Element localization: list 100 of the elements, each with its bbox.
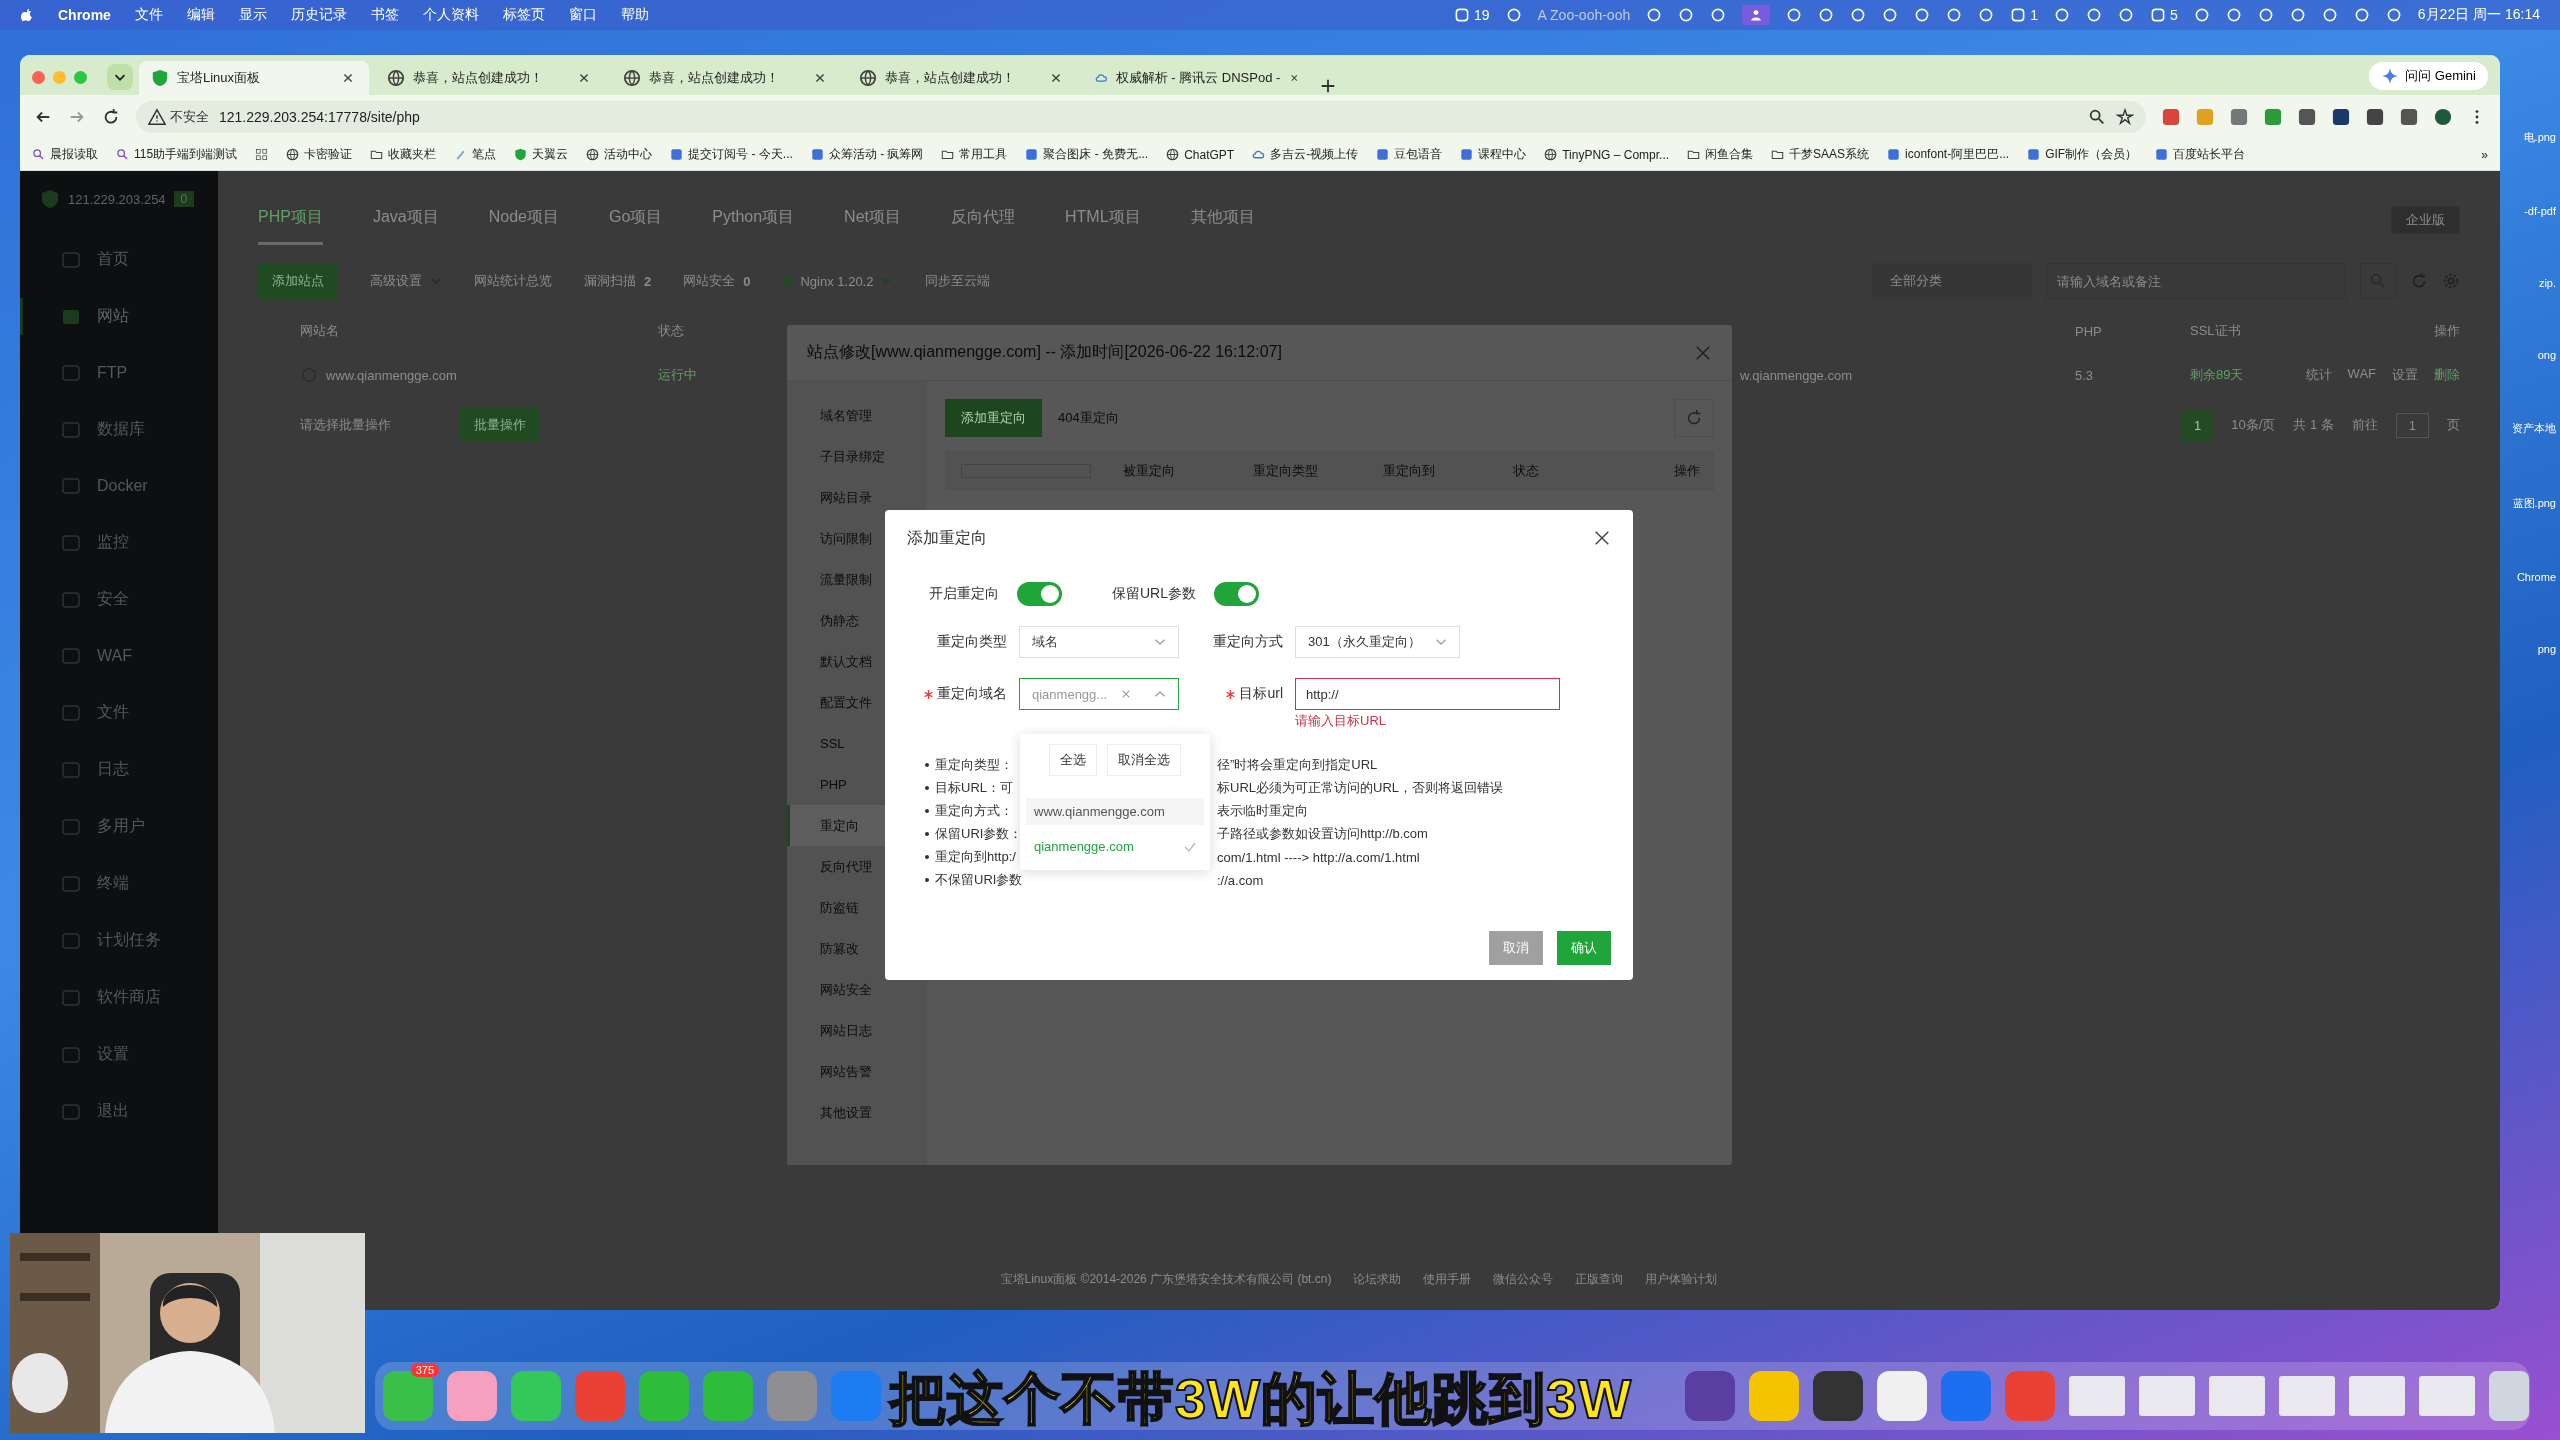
url-input[interactable]: http:// [1295, 678, 1560, 710]
browser-tab[interactable]: 恭喜，站点创建成功！ [611, 61, 841, 95]
app-icon[interactable] [1749, 1371, 1799, 1421]
dropdown-option[interactable]: qianmengge.com [1026, 833, 1204, 860]
project-tab[interactable]: PHP项目 [258, 207, 323, 245]
security-label[interactable]: 不安全 [170, 108, 209, 126]
project-tab[interactable]: HTML项目 [1065, 207, 1141, 245]
menu-item[interactable]: 书签 [370, 6, 399, 24]
settings-nav-item[interactable]: 网站日志 [787, 1010, 927, 1051]
window-control[interactable] [32, 70, 45, 84]
service-button[interactable]: Nginx 1.20.2 [782, 273, 894, 289]
window-thumbnail[interactable] [2209, 1376, 2265, 1416]
window-thumbnail[interactable] [2139, 1376, 2195, 1416]
sidebar-item[interactable]: 多用户 [20, 808, 218, 845]
settings-nav-item[interactable]: 域名管理 [787, 395, 927, 436]
action-link[interactable]: 删除 [2434, 366, 2460, 384]
status-icon[interactable] [1882, 7, 1899, 23]
status-icon[interactable] [2054, 7, 2071, 23]
bookmark[interactable]: 笔点 [454, 146, 497, 163]
bookmark[interactable]: 多吉云-视频上传 [1252, 146, 1359, 163]
footer-link[interactable]: 论坛求助 [1353, 1271, 1402, 1288]
settings-nav-item[interactable]: 子目录绑定 [787, 436, 927, 477]
sidebar-item[interactable]: WAF [20, 638, 218, 674]
menu-item[interactable]: 标签页 [502, 6, 545, 24]
bookmark[interactable]: 收藏夹栏 [370, 146, 437, 163]
bookmark[interactable]: 课程中心 [1460, 146, 1527, 163]
active-status-item[interactable] [1742, 5, 1771, 25]
site-link[interactable]: www.qianmengge.com [326, 367, 457, 383]
sidebar-item[interactable]: 文件 [20, 694, 218, 731]
status-icon[interactable] [2086, 7, 2103, 23]
status-icon[interactable] [1454, 7, 1471, 23]
star-icon[interactable] [2116, 108, 2134, 126]
reload-icon[interactable] [102, 108, 120, 126]
app-icon[interactable] [1877, 1371, 1927, 1421]
cancel-button[interactable]: 取消 [1489, 931, 1543, 965]
menu-item[interactable]: 窗口 [568, 6, 597, 24]
project-tab[interactable]: Go项目 [608, 207, 663, 245]
select-action-button[interactable]: 取消全选 [1107, 744, 1181, 776]
window-thumbnail[interactable] [2419, 1376, 2475, 1416]
now-playing[interactable]: A Zoo-ooh-ooh [1537, 7, 1631, 23]
bookmark[interactable]: GIF制作（会员） [2027, 146, 2138, 163]
status-icon[interactable] [1850, 7, 1867, 23]
bookmark[interactable]: 天翼云 [514, 146, 569, 163]
toggle-switch[interactable] [1214, 582, 1259, 606]
status-icon[interactable] [1678, 7, 1695, 23]
status-icon[interactable] [1505, 7, 1522, 23]
address-bar[interactable]: 不安全 121.229.203.254:17778/site/php [136, 101, 2146, 133]
status-icon[interactable] [1710, 7, 1727, 23]
page-size-select[interactable]: 10条/页 [2231, 416, 2276, 434]
tab-search-button[interactable] [107, 64, 133, 90]
window-thumbnail[interactable] [2349, 1376, 2405, 1416]
status-icon[interactable] [2353, 7, 2370, 23]
project-tab[interactable]: 反向代理 [951, 207, 1015, 245]
status-icon[interactable] [1786, 7, 1803, 23]
bookmark[interactable]: 卡密验证 [286, 146, 353, 163]
browser-tab[interactable]: 恭喜，站点创建成功！ [847, 61, 1077, 95]
project-tab[interactable]: Net项目 [844, 207, 901, 245]
settings-nav-item[interactable]: 网站目录 [787, 477, 927, 518]
browser-tab[interactable]: 宝塔Linux面板 [139, 61, 369, 95]
menu-item[interactable]: 显示 [238, 6, 267, 24]
more-bookmarks-button[interactable]: » [2481, 147, 2488, 162]
sidebar-item[interactable]: 数据库 [20, 411, 218, 448]
gemini-button[interactable]: 问问 Gemini [2369, 62, 2488, 90]
menu-item[interactable]: 文件 [134, 6, 163, 24]
window-thumbnail[interactable] [2069, 1376, 2125, 1416]
sidebar-item[interactable]: 终端 [20, 865, 218, 902]
method-select[interactable]: 301（永久重定向） [1295, 626, 1460, 658]
dropdown-option[interactable]: www.qianmengge.com [1026, 798, 1204, 825]
status-icon[interactable] [2225, 7, 2242, 23]
action-link[interactable]: 统计 [2305, 366, 2332, 384]
domain-select[interactable]: qianmengg... [1019, 678, 1179, 710]
status-icon[interactable] [2118, 7, 2135, 23]
status-icon[interactable] [2010, 7, 2027, 23]
app-icon[interactable] [1813, 1371, 1863, 1421]
sidebar-item[interactable]: FTP [20, 355, 218, 391]
page-button[interactable]: 1 [2182, 409, 2214, 441]
search-field[interactable]: 请输入域名或备注 [2046, 263, 2346, 299]
bookmark[interactable]: 千梦SAAS系统 [1771, 146, 1870, 163]
sidebar-item[interactable]: 退出 [20, 1093, 218, 1130]
dropdown-button[interactable]: 高级设置 [370, 272, 442, 290]
bookmark[interactable]: 豆包语音 [1376, 146, 1443, 163]
footer-link[interactable]: 使用手册 [1423, 1271, 1472, 1288]
project-tab[interactable]: Node项目 [488, 207, 559, 245]
status-icon[interactable] [2321, 7, 2338, 23]
bookmark[interactable]: ChatGPT [1166, 147, 1235, 162]
redirect-tab[interactable]: 添加重定向 [945, 399, 1042, 437]
page-input[interactable]: 1 [2395, 412, 2429, 438]
browser-tab[interactable]: 权威解析 - 腾讯云 DNSPod - [1083, 61, 1313, 95]
action-link[interactable]: 设置 [2392, 366, 2418, 384]
status-icon[interactable] [1946, 7, 1963, 23]
status-icon[interactable] [2257, 7, 2274, 23]
toolbar-button[interactable]: 网站统计总览 [474, 272, 552, 290]
bookmark[interactable]: 活动中心 [586, 146, 653, 163]
menu-item[interactable]: 帮助 [620, 6, 649, 24]
extension-icon[interactable] [2298, 108, 2316, 126]
browser-tab[interactable]: 恭喜，站点创建成功！ [375, 61, 605, 95]
sidebar-item[interactable]: 监控 [20, 524, 218, 561]
type-select[interactable]: 域名 [1019, 626, 1179, 658]
status-icon[interactable] [2289, 7, 2306, 23]
project-tab[interactable]: 其他项目 [1190, 207, 1255, 245]
